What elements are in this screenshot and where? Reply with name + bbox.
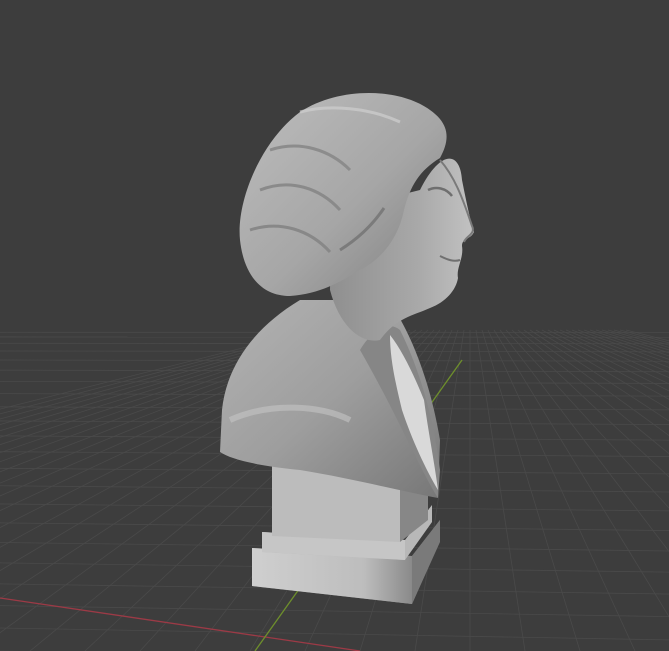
bust-model[interactable]: [220, 93, 474, 604]
viewport-canvas[interactable]: [0, 0, 669, 651]
grid-line-depth: [541, 329, 669, 400]
grid-line-depth: [601, 329, 669, 351]
grid-line-depth: [595, 329, 669, 354]
grid-line-depth: [535, 329, 669, 410]
grid-line-depth: [625, 329, 669, 342]
grid-line-depth: [571, 329, 669, 368]
x-axis-line: [0, 597, 361, 651]
3d-viewport[interactable]: [0, 0, 669, 651]
grid-line-depth: [553, 329, 669, 385]
grid-line-depth: [619, 329, 669, 344]
grid-line-horizontal: [0, 627, 669, 641]
grid-line-depth: [547, 329, 669, 392]
